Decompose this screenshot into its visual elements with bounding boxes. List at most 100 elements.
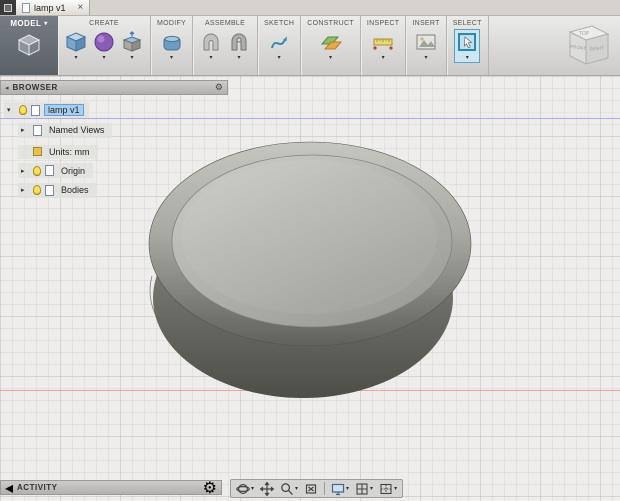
group-label: SKETCH: [264, 20, 295, 27]
chevron-down-icon: ▾: [381, 55, 385, 61]
new-component-icon[interactable]: ▾: [199, 30, 223, 62]
chevron-down-icon: ▾: [44, 21, 48, 27]
group-label: CREATE: [89, 20, 119, 27]
chevron-down-icon: ▾: [370, 486, 374, 492]
browser-item-label[interactable]: Units: mm: [46, 147, 93, 157]
browser-item-bodies[interactable]: ▸ Bodies: [18, 182, 97, 198]
tab-title: lamp v1: [34, 2, 66, 13]
create-sketch-icon[interactable]: ▾: [267, 30, 291, 62]
grid-settings-icon[interactable]: ▾: [353, 481, 375, 497]
chevron-down-icon: ▾: [130, 55, 134, 61]
model-workspace-icon: [16, 32, 42, 63]
group-label: MODIFY: [157, 20, 187, 27]
tab-close-button[interactable]: ×: [78, 2, 84, 13]
named-views-icon: [33, 124, 42, 136]
main-toolbar: MODEL ▾ CREATE ▾ ▾ ▾ MODIFY ▾ ASSEMBLE ▾…: [0, 16, 620, 76]
box-primitive-icon[interactable]: ▾: [64, 30, 88, 62]
logo-glyph: [4, 3, 12, 12]
chevron-down-icon: ▾: [102, 55, 106, 61]
pan-icon[interactable]: [258, 481, 276, 497]
view-cube[interactable]: TOP FRONT RIGHT: [554, 18, 616, 80]
browser-title: BROWSER: [12, 83, 58, 92]
fusion360-window: lamp v1 × MODEL ▾ CREATE ▾ ▾ ▾ MODIFY ▾ …: [0, 0, 620, 501]
zoom-icon[interactable]: ▾: [278, 481, 300, 497]
expand-arrow-icon[interactable]: ▸: [21, 186, 29, 194]
expand-arrow-icon[interactable]: ▾: [7, 106, 15, 114]
browser-header[interactable]: ◂ BROWSER ⚙: [0, 80, 228, 95]
chevron-down-icon: ▾: [346, 486, 350, 492]
toolbar-separator: [324, 482, 326, 495]
zoom-fit-icon[interactable]: [302, 481, 320, 497]
workspace-switcher[interactable]: MODEL ▾: [0, 16, 58, 75]
group-label: INSPECT: [366, 20, 400, 27]
visibility-bulb-icon[interactable]: [19, 105, 27, 115]
chevron-down-icon: ▾: [329, 55, 333, 61]
bodies-folder-icon: [45, 184, 54, 196]
form-sphere-icon[interactable]: ▾: [92, 30, 116, 62]
expand-arrow-icon[interactable]: ▸: [21, 126, 29, 134]
press-pull-icon[interactable]: ▾: [160, 30, 184, 62]
toolbar-group-insert: INSERT ▾: [406, 16, 447, 75]
gear-icon[interactable]: ⚙: [215, 82, 223, 93]
viewport-canvas[interactable]: ◂ BROWSER ⚙ ▾ lamp v1 ▸ Named Views Unit…: [0, 76, 620, 501]
x-axis-line: [0, 390, 620, 391]
chevron-down-icon: ▾: [295, 486, 299, 492]
browser-item-named-views[interactable]: ▸ Named Views: [18, 122, 113, 138]
chevron-down-icon: ▾: [465, 55, 469, 61]
toolbar-group-inspect: INSPECT ▾: [361, 16, 407, 75]
joint-icon[interactable]: ▾: [227, 30, 251, 62]
tab-bar: lamp v1 ×: [0, 0, 620, 16]
chevron-down-icon: ▾: [209, 55, 213, 61]
chevron-down-icon: ▾: [74, 55, 78, 61]
browser-panel: ◂ BROWSER ⚙ ▾ lamp v1 ▸ Named Views Unit…: [0, 80, 228, 199]
toolbar-group-create: CREATE ▾ ▾ ▾: [58, 16, 151, 75]
orbit-icon[interactable]: ▾: [234, 481, 256, 497]
chevron-down-icon: ▾: [237, 55, 241, 61]
insert-image-icon[interactable]: ▾: [414, 30, 438, 62]
browser-item-origin[interactable]: ▸ Origin: [18, 163, 94, 178]
browser-item-units[interactable]: Units: mm: [18, 144, 98, 159]
toolbar-group-modify: MODIFY ▾: [151, 16, 194, 75]
collapse-panel-icon[interactable]: ◂: [5, 84, 9, 92]
group-label: SELECT: [452, 20, 482, 27]
toolbar-group-select: SELECT ▾: [447, 16, 489, 75]
document-tab[interactable]: lamp v1 ×: [16, 0, 91, 15]
chevron-down-icon: ▾: [251, 486, 255, 492]
expand-arrow-icon[interactable]: ▸: [21, 167, 29, 175]
gear-icon[interactable]: ⚙: [203, 478, 217, 498]
measure-icon[interactable]: ▾: [371, 30, 395, 62]
browser-item-label[interactable]: lamp v1: [44, 104, 84, 116]
chevron-down-icon: ▾: [394, 486, 398, 492]
browser-item-label[interactable]: Bodies: [58, 185, 92, 195]
visibility-bulb-icon[interactable]: [33, 165, 41, 176]
chevron-down-icon: ▾: [170, 55, 174, 61]
app-logo-icon[interactable]: [0, 0, 16, 15]
chevron-down-icon: ▾: [277, 55, 281, 61]
select-tool-icon[interactable]: ▾: [454, 29, 481, 63]
collapse-panel-icon[interactable]: ◂: [5, 478, 13, 498]
viewports-icon[interactable]: ▾: [377, 481, 399, 497]
chevron-down-icon: ▾: [424, 55, 428, 61]
group-label: INSERT: [412, 20, 440, 27]
document-icon: [22, 2, 30, 13]
units-icon: [33, 147, 42, 156]
group-label: CONSTRUCT: [307, 20, 354, 27]
viewcube-top-label[interactable]: TOP: [579, 31, 590, 37]
construction-plane-icon[interactable]: ▾: [319, 30, 343, 62]
browser-item-label[interactable]: Origin: [58, 166, 88, 176]
browser-item-root[interactable]: ▾ lamp v1: [4, 102, 89, 118]
extrude-icon[interactable]: ▾: [120, 30, 144, 62]
browser-item-label[interactable]: Named Views: [46, 125, 107, 135]
navigation-toolbar: ▾ ▾ ▾ ▾ ▾: [230, 479, 404, 498]
visibility-bulb-icon[interactable]: [33, 185, 41, 195]
toolbar-group-sketch: SKETCH ▾: [258, 16, 302, 75]
origin-folder-icon: [45, 165, 54, 176]
activity-panel[interactable]: ◂ ACTIVITY ⚙: [0, 478, 222, 498]
display-settings-icon[interactable]: ▾: [329, 481, 351, 497]
activity-title: ACTIVITY: [17, 483, 58, 492]
workspace-label: MODEL: [10, 19, 42, 28]
toolbar-group-assemble: ASSEMBLE ▾ ▾: [193, 16, 259, 75]
group-label: ASSEMBLE: [204, 20, 246, 27]
component-icon: [31, 104, 40, 116]
toolbar-group-construct: CONSTRUCT ▾: [301, 16, 361, 75]
